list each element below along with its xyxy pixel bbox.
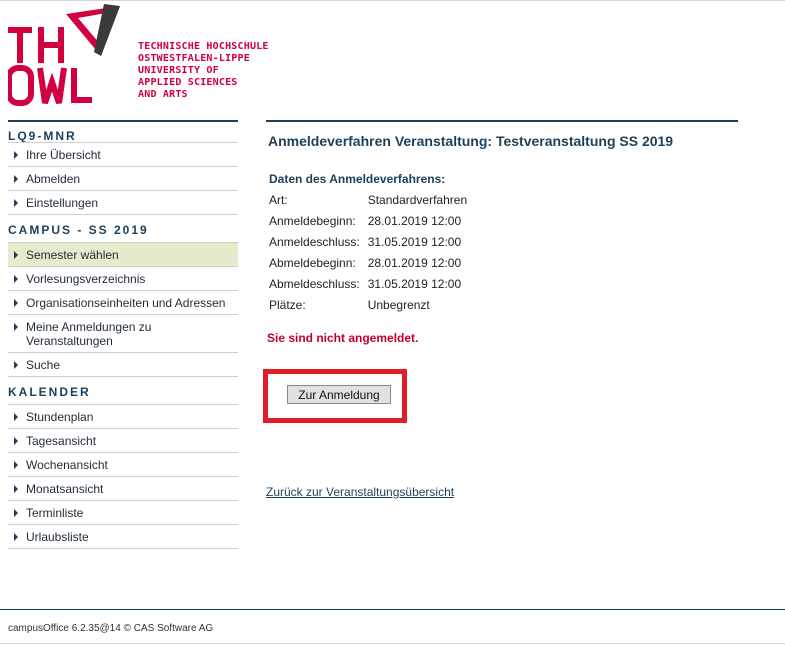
arrow-right-icon	[14, 323, 18, 331]
row-value: 31.05.2019 12:00	[367, 234, 462, 249]
top-border	[0, 0, 785, 1]
arrow-right-icon	[14, 151, 18, 159]
sidebar-item-wochenansicht[interactable]: Wochenansicht	[8, 453, 238, 477]
sidebar-item-abmelden[interactable]: Abmelden	[8, 167, 238, 191]
row-value: 31.05.2019 12:00	[367, 276, 462, 291]
logo-line: UNIVERSITY OF	[138, 65, 219, 76]
sidebar-item-terminliste[interactable]: Terminliste	[8, 501, 238, 525]
sidebar-item-meine-anmeldungen[interactable]: Meine Anmeldungen zu Veranstaltungen	[8, 315, 238, 353]
arrow-right-icon	[14, 251, 18, 259]
logo-line: OSTWESTFALEN-LIPPE	[138, 53, 250, 64]
sidebar-item-label: Wochenansicht	[26, 458, 108, 472]
arrow-right-icon	[14, 485, 18, 493]
row-value: Standardverfahren	[367, 192, 468, 207]
sidebar-item-vorlesungsverzeichnis[interactable]: Vorlesungsverzeichnis	[8, 267, 238, 291]
sidebar-item-organisationseinheiten[interactable]: Organisationseinheiten und Adressen	[8, 291, 238, 315]
footer: campusOffice 6.2.35@14 © CAS Software AG	[0, 609, 785, 634]
sidebar-item-label: Vorlesungsverzeichnis	[26, 272, 146, 286]
row-value: 28.01.2019 12:00	[367, 213, 462, 228]
row-label: Anmeldebeginn:	[269, 213, 356, 228]
sidebar-section-campus: CAMPUS - SS 2019	[8, 215, 238, 243]
sidebar-item-urlaubsliste[interactable]: Urlaubsliste	[8, 525, 238, 549]
logo-line: TECHNISCHE HOCHSCHULE	[138, 41, 269, 52]
table-row: Anmeldebeginn: 28.01.2019 12:00	[267, 210, 473, 231]
logo-line: APPLIED SCIENCES	[138, 77, 238, 88]
arrow-right-icon	[14, 413, 18, 421]
sidebar-item-label: Tagesansicht	[26, 434, 97, 448]
row-label: Anmeldeschluss:	[269, 234, 360, 249]
content-divider	[266, 120, 738, 122]
sidebar-item-einstellungen[interactable]: Einstellungen	[8, 191, 238, 215]
arrow-right-icon	[14, 437, 18, 445]
sidebar-section-user: LQ9-MNR	[8, 120, 238, 143]
row-label: Abmeldeschluss:	[269, 276, 360, 291]
row-value: Unbegrenzt	[367, 297, 430, 312]
row-label: Art:	[269, 192, 288, 207]
table-row: Anmeldeschluss: 31.05.2019 12:00	[267, 231, 473, 252]
registration-data-table: Art: Standardverfahren Anmeldebeginn: 28.0…	[267, 189, 473, 315]
sidebar-item-stundenplan[interactable]: Stundenplan	[8, 405, 238, 429]
sidebar-item-monatsansicht[interactable]: Monatsansicht	[8, 477, 238, 501]
sidebar-item-label: Abmelden	[26, 172, 81, 186]
sidebar-item-label: Monatsansicht	[26, 482, 104, 496]
sidebar-item-label: Ihre Übersicht	[26, 148, 101, 162]
registration-data-heading: Daten des Anmeldeverfahrens:	[269, 172, 446, 186]
arrow-right-icon	[14, 361, 18, 369]
arrow-right-icon	[14, 509, 18, 517]
sidebar-item-label: Meine Anmeldungen zu Veranstaltungen	[26, 320, 152, 348]
logo-line: AND ARTS	[138, 89, 188, 100]
sidebar-item-tagesansicht[interactable]: Tagesansicht	[8, 429, 238, 453]
sidebar-item-label: Semester wählen	[26, 248, 119, 262]
table-row: Plätze: Unbegrenzt	[267, 294, 473, 315]
main-content: Anmeldeverfahren Veranstaltung: Testvera…	[263, 120, 738, 499]
logo-mark-icon: TH	[6, 4, 120, 106]
arrow-right-icon	[14, 461, 18, 469]
arrow-right-icon	[14, 299, 18, 307]
sidebar-item-label: Einstellungen	[26, 196, 99, 210]
sidebar-nav: LQ9-MNR Ihre Übersicht Abmelden Einstell…	[8, 120, 238, 549]
row-value: 28.01.2019 12:00	[367, 255, 462, 270]
table-row: Art: Standardverfahren	[267, 189, 473, 210]
back-to-overview-link[interactable]: Zurück zur Veranstaltungsübersicht	[266, 485, 454, 499]
logo-wordmark: TECHNISCHE HOCHSCHULE OSTWESTFALEN-LIPPE…	[138, 41, 269, 101]
sidebar-section-kalender: KALENDER	[8, 377, 238, 405]
row-label: Abmeldebeginn:	[269, 255, 356, 270]
sidebar-item-label: Organisationseinheiten und Adressen	[26, 296, 226, 310]
arrow-right-icon	[14, 175, 18, 183]
footer-copyright: campusOffice 6.2.35@14 © CAS Software AG	[8, 623, 214, 634]
sidebar-item-uebersicht[interactable]: Ihre Übersicht	[8, 142, 238, 167]
page-title: Anmeldeverfahren Veranstaltung: Testvera…	[268, 133, 674, 149]
row-label: Plätze:	[269, 297, 306, 312]
sidebar-item-label: Terminliste	[26, 506, 84, 520]
table-row: Abmeldeschluss: 31.05.2019 12:00	[267, 273, 473, 294]
arrow-right-icon	[14, 533, 18, 541]
sidebar-item-suche[interactable]: Suche	[8, 353, 238, 377]
sidebar-item-label: Urlaubsliste	[26, 530, 89, 544]
table-row: Abmeldebeginn: 28.01.2019 12:00	[267, 252, 473, 273]
arrow-right-icon	[14, 275, 18, 283]
arrow-right-icon	[14, 199, 18, 207]
sidebar-item-semester[interactable]: Semester wählen	[8, 243, 238, 267]
registration-status: Sie sind nicht angemeldet.	[267, 331, 419, 345]
sidebar-item-label: Suche	[26, 358, 61, 372]
zur-anmeldung-button[interactable]: Zur Anmeldung	[287, 385, 391, 404]
sidebar-item-label: Stundenplan	[26, 410, 94, 424]
svg-text:TH: TH	[8, 4, 10, 5]
th-owl-logo[interactable]: TH TECHNISCHE HOCHSCHULE OSTWESTFALEN-LI…	[6, 4, 278, 108]
bottom-border	[0, 643, 785, 644]
